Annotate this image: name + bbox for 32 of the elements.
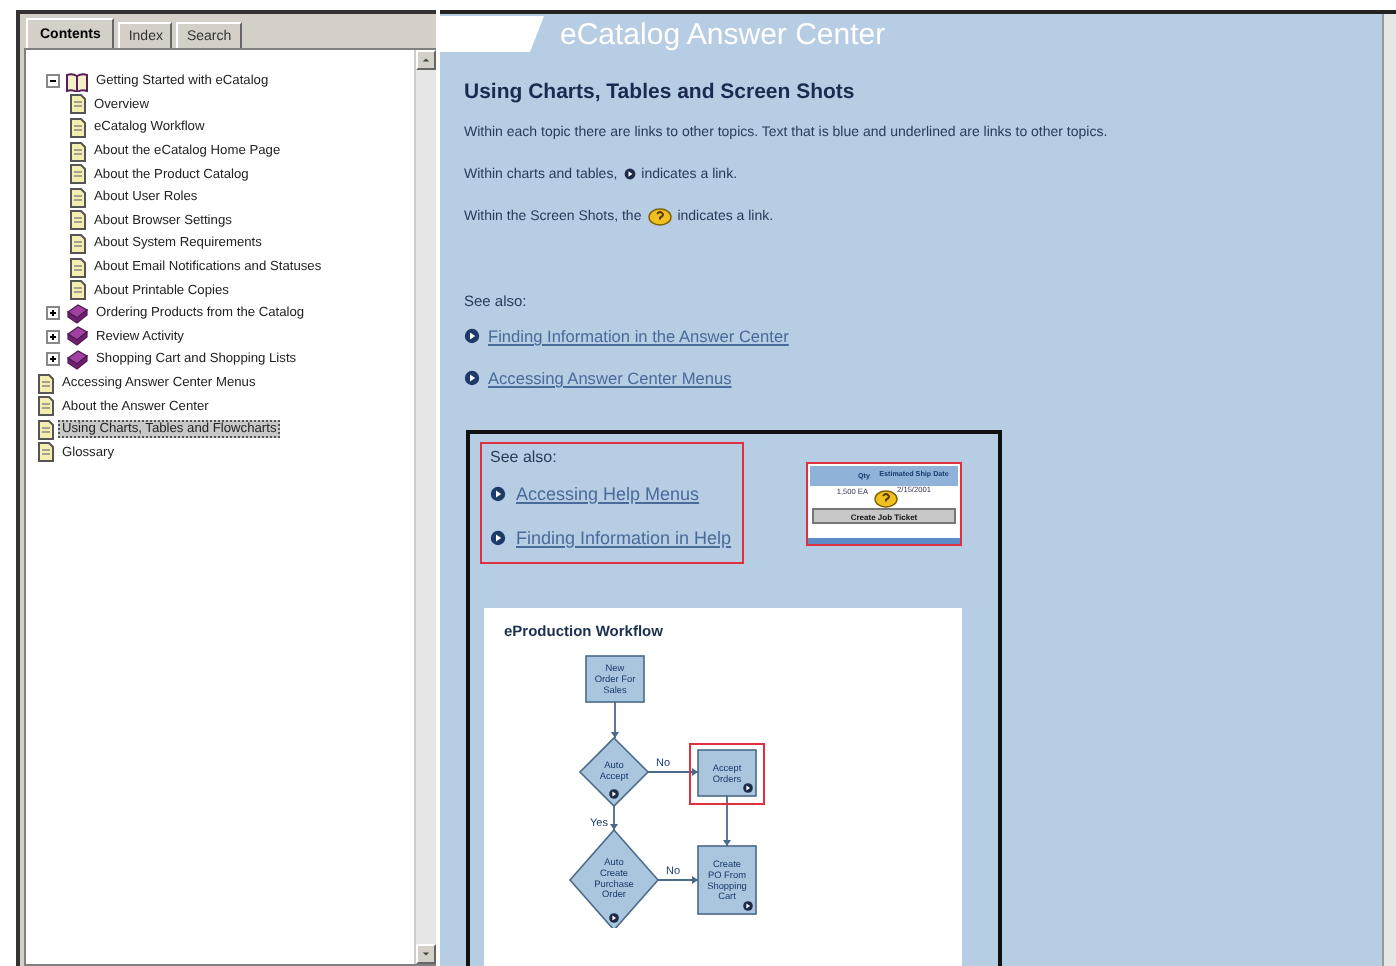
arrow-icon[interactable] [609, 913, 619, 923]
connector-arrow [610, 805, 618, 831]
expand-icon[interactable] [46, 352, 60, 367]
help-icon [874, 489, 898, 507]
arrow-icon [623, 168, 636, 180]
book-icon [66, 326, 88, 347]
header-title: eCatalog Answer Center [560, 17, 886, 51]
connector-arrow [657, 876, 699, 884]
connector-arrow [611, 701, 619, 739]
help-icon [647, 207, 672, 225]
expand-icon[interactable] [46, 306, 60, 321]
expand-icon[interactable] [46, 329, 60, 344]
arrow-icon [490, 530, 506, 546]
arrow-icon [464, 370, 480, 386]
scroll-down-icon[interactable] [416, 944, 436, 964]
arrow-icon [464, 328, 480, 344]
scrollbar[interactable] [414, 50, 436, 964]
arrow-icon[interactable] [743, 901, 753, 911]
scrollbar[interactable] [1382, 14, 1396, 966]
arrow-icon[interactable] [743, 783, 753, 793]
collapse-icon[interactable] [46, 74, 60, 89]
book-icon [66, 303, 88, 324]
open-book-icon [66, 71, 88, 92]
book-icon [66, 349, 88, 370]
see-also-label: See also: [490, 448, 559, 466]
header-tab [440, 14, 544, 54]
topic-heading: Using Charts, Tables and Screen Shots [464, 80, 857, 104]
arrow-icon[interactable] [609, 789, 619, 799]
arrow-icon [490, 486, 506, 502]
connector-arrow [723, 795, 731, 847]
scroll-up-icon[interactable] [416, 50, 436, 70]
connector-arrow [647, 768, 699, 776]
